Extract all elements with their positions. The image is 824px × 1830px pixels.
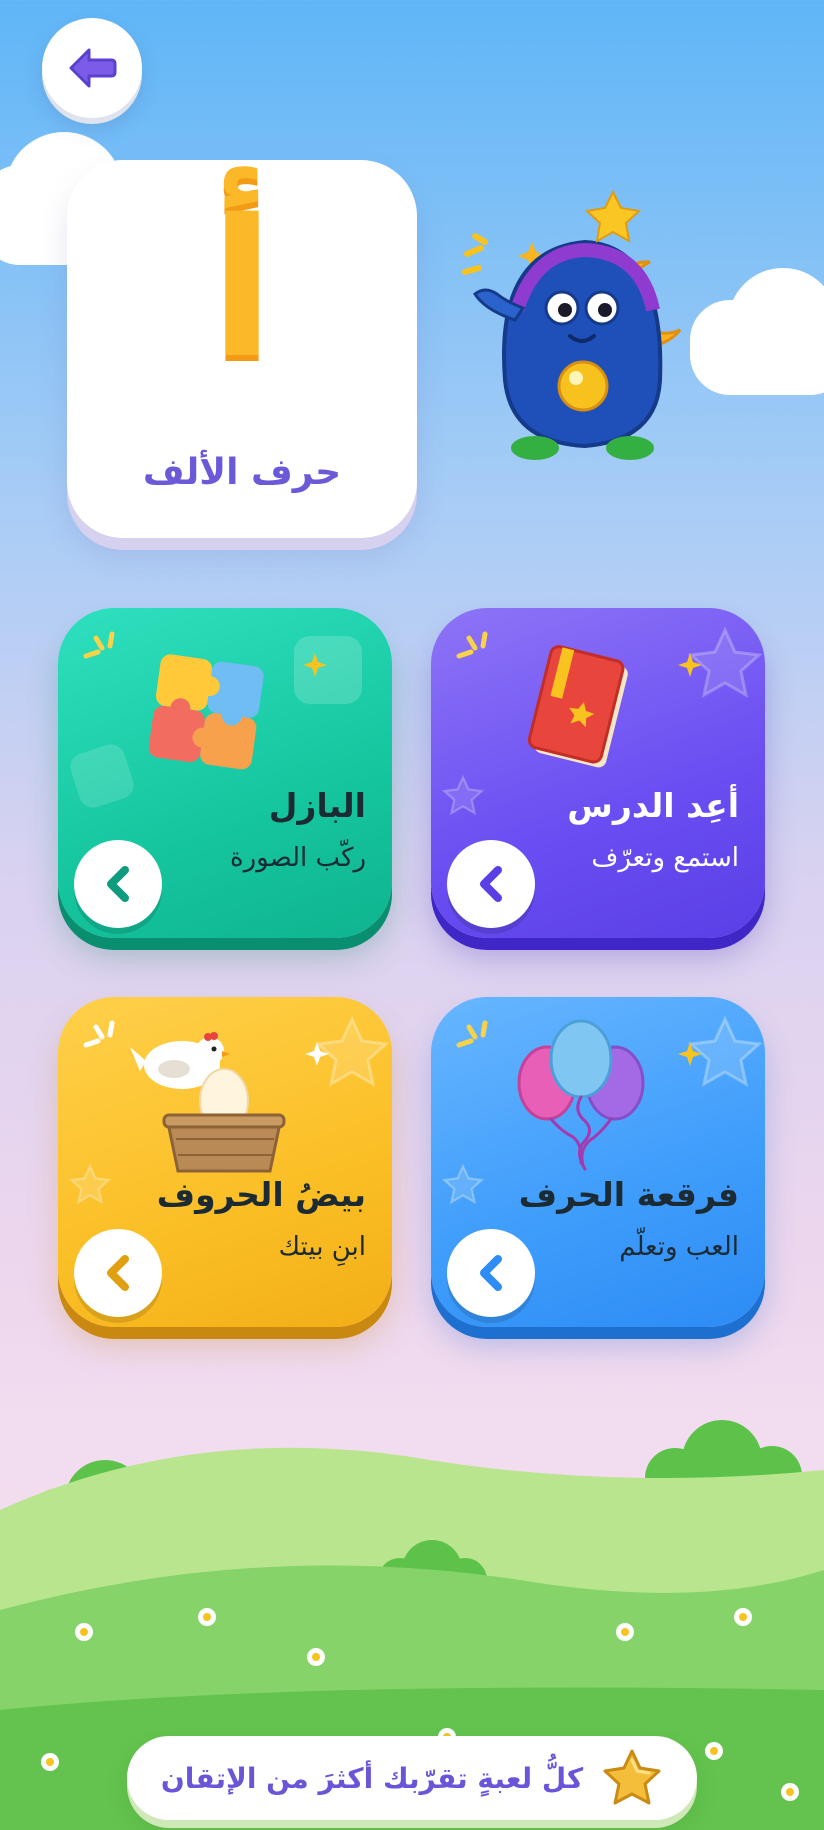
chevron-left-icon: [480, 866, 502, 902]
card-subtitle: استمع وتعرّف: [591, 843, 739, 873]
letter-card: أ حرف الألف: [67, 160, 417, 538]
play-button[interactable]: [74, 840, 162, 928]
puzzle-icon: [148, 654, 264, 770]
sparkle-lines-icon: [83, 631, 115, 659]
play-button[interactable]: [447, 1229, 535, 1317]
sparkle-icon: [303, 653, 327, 677]
sparkle-lines-icon: [456, 1020, 488, 1048]
letter-eggs-card[interactable]: بيضُ الحروف ابنِ بيتك: [58, 997, 392, 1327]
sparkle-lines-icon: [83, 1020, 115, 1048]
repeat-lesson-card[interactable]: أعِد الدرس استمع وتعرّف: [431, 608, 765, 938]
back-button[interactable]: [42, 18, 142, 118]
motivation-banner: كلُّ لعبةٍ تقرّبك أكثرَ من الإتقان: [127, 1736, 697, 1820]
star-outline-icon: [68, 1163, 112, 1205]
card-subtitle: ابنِ بيتك: [278, 1232, 366, 1262]
card-title: بيضُ الحروف: [156, 1175, 366, 1214]
chevron-left-icon: [480, 1255, 502, 1291]
arrow-left-icon: [69, 48, 117, 88]
card-title: البازل: [268, 786, 366, 825]
sparkle-icon: [305, 1042, 329, 1066]
star-outline-icon: [441, 774, 485, 816]
card-title: أعِد الدرس: [567, 786, 739, 825]
book-icon: [527, 645, 628, 768]
sparkle-lines-icon: [456, 631, 488, 659]
letter-pop-card[interactable]: فرقعة الحرف العب وتعلّم: [431, 997, 765, 1327]
play-button[interactable]: [74, 1229, 162, 1317]
decor-square: [66, 740, 138, 812]
star-outline-icon: [441, 1163, 485, 1205]
star-icon: [603, 1749, 661, 1805]
letter-name: حرف الألف: [142, 452, 342, 493]
card-title: فرقعة الحرف: [518, 1175, 739, 1214]
hen-egg-icon: [130, 1032, 286, 1173]
balloons-icon: [517, 1019, 645, 1171]
puzzle-game-card[interactable]: البازل ركّب الصورة: [58, 608, 392, 938]
chevron-left-icon: [107, 1255, 129, 1291]
card-subtitle: العب وتعلّم: [619, 1232, 739, 1262]
sparkle-icon: [678, 1042, 702, 1066]
chevron-left-icon: [107, 866, 129, 902]
sparkle-icon: [678, 653, 702, 677]
motivation-text: كلُّ لعبةٍ تقرّبك أكثرَ من الإتقان: [160, 1761, 584, 1795]
card-subtitle: ركّب الصورة: [229, 843, 366, 873]
play-button[interactable]: [447, 840, 535, 928]
letter-glyph: أ: [209, 179, 275, 400]
blue-monster-mascot: [462, 190, 682, 460]
